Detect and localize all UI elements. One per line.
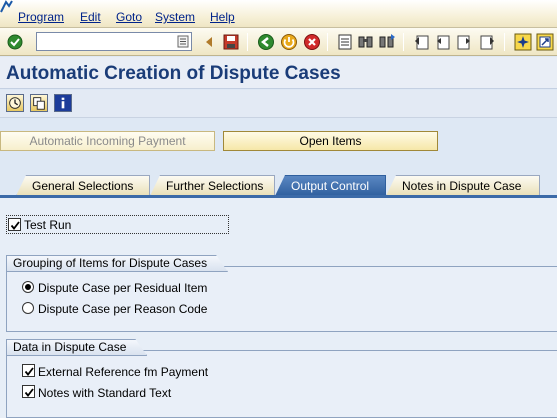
tab-notes-in-dispute-case[interactable]: Notes in Dispute Case xyxy=(386,175,540,196)
enter-icon[interactable] xyxy=(6,33,24,51)
toolbar-separator xyxy=(504,33,505,51)
previous-page-icon[interactable] xyxy=(434,33,452,51)
checkmark-icon xyxy=(10,221,20,230)
execute-icon[interactable] xyxy=(6,94,24,112)
external-reference-label: External Reference fm Payment xyxy=(38,365,209,379)
menu-help[interactable]: Help xyxy=(210,10,235,24)
title-bar: Automatic Creation of Dispute Cases xyxy=(0,57,557,89)
command-input[interactable] xyxy=(37,33,173,50)
open-items-button[interactable]: Open Items xyxy=(223,131,438,151)
back-arrow-icon[interactable] xyxy=(200,33,218,51)
checkmark-icon xyxy=(24,367,34,376)
tab-output-control[interactable]: Output Control xyxy=(275,175,386,196)
checkmark-icon xyxy=(24,388,34,397)
menu-edit[interactable]: Edit xyxy=(80,10,101,24)
toolbar-separator xyxy=(403,33,404,51)
tab-further-selections[interactable]: Further Selections xyxy=(150,175,275,196)
reason-code-radio[interactable] xyxy=(22,302,34,314)
residual-item-label: Dispute Case per Residual Item xyxy=(38,281,208,295)
tab-label: General Selections xyxy=(32,179,134,193)
standard-text-label: Notes with Standard Text xyxy=(38,386,172,400)
tab-label: Output Control xyxy=(291,179,370,193)
external-reference-checkbox[interactable] xyxy=(22,364,35,377)
save-icon[interactable] xyxy=(222,33,240,51)
dropdown-icon[interactable] xyxy=(177,35,189,48)
print-icon[interactable] xyxy=(336,33,354,51)
automatic-incoming-payment-button[interactable]: Automatic Incoming Payment xyxy=(0,131,215,151)
find-next-icon[interactable] xyxy=(378,33,396,51)
toolbar-separator xyxy=(247,33,248,51)
test-run-checkbox[interactable] xyxy=(8,218,21,231)
shortcut-icon[interactable] xyxy=(536,33,554,51)
reason-code-label: Dispute Case per Reason Code xyxy=(38,302,208,316)
dispute-data-group-box: Data in Dispute Case xyxy=(6,350,557,418)
last-page-icon[interactable] xyxy=(478,33,496,51)
tab-label: Further Selections xyxy=(166,179,264,193)
standard-toolbar xyxy=(0,28,557,56)
dispute-data-group-title: Data in Dispute Case xyxy=(6,339,147,356)
grouping-group-box: Grouping of Items for Dispute Cases xyxy=(6,266,557,332)
find-icon[interactable] xyxy=(357,33,375,51)
exit-icon[interactable] xyxy=(280,33,298,51)
first-page-icon[interactable] xyxy=(413,33,431,51)
menu-system[interactable]: System xyxy=(155,10,195,24)
info-icon[interactable] xyxy=(54,94,72,112)
create-session-icon[interactable] xyxy=(514,33,532,51)
menu-bar: Program Edit Goto System Help xyxy=(0,0,557,28)
cancel-icon[interactable] xyxy=(303,33,321,51)
test-run-label: Test Run xyxy=(24,218,72,232)
application-toolbar xyxy=(0,90,557,118)
grouping-group-title: Grouping of Items for Dispute Cases xyxy=(6,255,228,272)
standard-text-checkbox[interactable] xyxy=(22,385,35,398)
command-field[interactable] xyxy=(36,32,192,51)
tab-label: Notes in Dispute Case xyxy=(402,179,522,193)
menu-goto[interactable]: Goto xyxy=(116,10,142,24)
get-variant-icon[interactable] xyxy=(30,94,48,112)
back-icon[interactable] xyxy=(257,33,275,51)
menu-program[interactable]: Program xyxy=(18,10,64,24)
sap-menu-icon[interactable] xyxy=(0,0,14,14)
residual-item-radio[interactable] xyxy=(22,281,34,293)
tab-general-selections[interactable]: General Selections xyxy=(16,175,150,196)
toolbar-separator xyxy=(327,33,328,51)
next-page-icon[interactable] xyxy=(455,33,473,51)
page-title: Automatic Creation of Dispute Cases xyxy=(6,63,341,84)
